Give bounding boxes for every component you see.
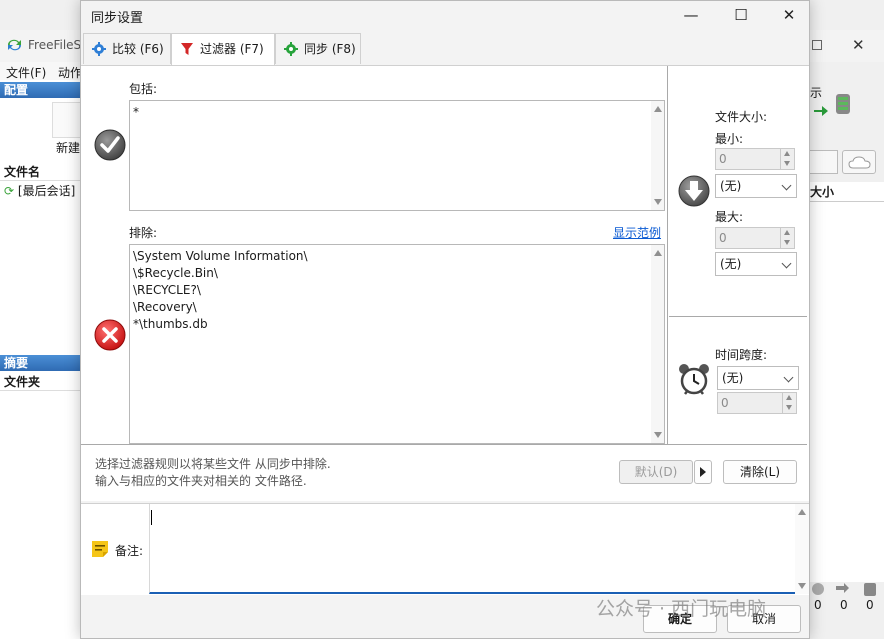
bg-new-label: 新建 bbox=[56, 141, 81, 155]
include-label: 包括: bbox=[129, 82, 158, 96]
note-icon bbox=[92, 541, 108, 557]
scroll-down-icon[interactable] bbox=[654, 199, 662, 205]
exclude-line: *\thumbs.db bbox=[133, 317, 208, 331]
tab-bar: 比较 (F6) 过滤器 (F7) 同步 (F8) bbox=[83, 33, 809, 65]
alarm-clock-icon bbox=[679, 364, 709, 395]
file-size-icon bbox=[678, 175, 710, 207]
notes-input[interactable] bbox=[149, 504, 795, 594]
spin-up-icon[interactable] bbox=[786, 395, 792, 400]
exclude-line: \RECYCLE?\ bbox=[133, 283, 201, 297]
bg-count-1: 0 bbox=[814, 598, 822, 612]
sync-settings-dialog: 同步设置 — ☐ ✕ 比较 (F6) 过滤器 (F7) 同步 (F8) 包括: … bbox=[80, 0, 810, 639]
vertical-divider bbox=[667, 66, 668, 444]
bg-folder-header: 文件夹 bbox=[0, 373, 82, 391]
exclude-x-icon bbox=[94, 319, 126, 351]
bg-close-icon[interactable]: ✕ bbox=[852, 36, 865, 54]
clear-button[interactable]: 清除(L) bbox=[723, 460, 797, 484]
notes-label: 备注: bbox=[115, 544, 144, 558]
spin-down-icon[interactable] bbox=[784, 161, 790, 166]
gear-icon bbox=[92, 42, 106, 56]
bg-right-list bbox=[808, 202, 884, 582]
text-caret bbox=[151, 510, 152, 525]
filter-hint-line-1: 选择过滤器规则以将某些文件 从同步中排除. bbox=[95, 457, 331, 471]
max-size-spin-buttons[interactable] bbox=[780, 228, 794, 248]
bg-cloud-button[interactable] bbox=[842, 150, 876, 174]
max-size-spinner[interactable]: 0 bbox=[715, 227, 795, 249]
tab-compare[interactable]: 比较 (F6) bbox=[83, 33, 171, 64]
include-textarea[interactable]: * bbox=[129, 100, 651, 211]
spin-down-icon[interactable] bbox=[784, 240, 790, 245]
content-bottom-divider bbox=[81, 444, 807, 445]
time-span-select[interactable]: (无) bbox=[717, 366, 799, 390]
bg-new-button[interactable] bbox=[52, 102, 82, 138]
exclude-scrollbar[interactable] bbox=[651, 244, 665, 444]
bg-sync-start-icon[interactable] bbox=[812, 92, 856, 118]
sync-icon: ⟳ bbox=[4, 184, 15, 198]
bg-filename-header: 文件名 bbox=[0, 163, 82, 181]
exclude-textarea[interactable]: \System Volume Information\ \$Recycle.Bin… bbox=[129, 244, 651, 444]
show-examples-link[interactable]: 显示范例 bbox=[613, 224, 661, 241]
include-scrollbar[interactable] bbox=[651, 100, 665, 211]
bg-count-2: 0 bbox=[840, 598, 848, 612]
filter-icon bbox=[181, 43, 193, 55]
freefilesync-logo-icon bbox=[7, 39, 22, 51]
watermark: 公众号 · 西门玩电脑 bbox=[596, 598, 767, 620]
bg-count-3: 0 bbox=[866, 598, 874, 612]
default-button[interactable]: 默认(D) bbox=[619, 460, 693, 484]
bg-status-icons bbox=[812, 583, 876, 596]
close-button[interactable]: ✕ bbox=[777, 5, 801, 25]
time-span-spinner[interactable]: 0 bbox=[717, 392, 797, 414]
min-size-label: 最小: bbox=[715, 132, 744, 146]
bg-right-button[interactable] bbox=[808, 150, 838, 174]
chevron-down-icon bbox=[781, 180, 792, 191]
bg-menubar: 文件(F) 动作 bbox=[0, 62, 84, 80]
scroll-up-icon[interactable] bbox=[798, 509, 806, 515]
maximize-button[interactable]: ☐ bbox=[729, 5, 753, 25]
max-size-label: 最大: bbox=[715, 210, 744, 224]
notes-scrollbar[interactable] bbox=[795, 504, 809, 594]
exclude-label: 排除: bbox=[129, 226, 158, 240]
dialog-title: 同步设置 bbox=[91, 11, 144, 26]
time-span-label: 时间跨度: bbox=[715, 348, 768, 362]
bg-summary-header: 摘要 bbox=[0, 355, 82, 371]
spin-up-icon[interactable] bbox=[784, 151, 790, 156]
filter-hint-line-2: 输入与相应的文件夹对相关的 文件路径. bbox=[95, 474, 307, 488]
horizontal-divider bbox=[669, 316, 807, 317]
chevron-down-icon bbox=[783, 372, 794, 383]
spin-up-icon[interactable] bbox=[784, 230, 790, 235]
gear-green-icon bbox=[284, 42, 298, 56]
scroll-down-icon[interactable] bbox=[798, 583, 806, 589]
filter-panel: 包括: * 排除: 显示范例 \System Volume Informatio… bbox=[81, 65, 809, 501]
bg-last-session[interactable]: ⟳ [最后会话] bbox=[4, 182, 75, 199]
scroll-down-icon[interactable] bbox=[654, 432, 662, 438]
min-size-unit-select[interactable]: (无) bbox=[715, 174, 797, 198]
time-span-spin-buttons[interactable] bbox=[782, 393, 796, 413]
scroll-up-icon[interactable] bbox=[654, 250, 662, 256]
bg-config-header: 配置 bbox=[0, 82, 82, 98]
bg-menu-actions[interactable]: 动作 bbox=[58, 64, 82, 81]
triangle-right-icon bbox=[700, 467, 706, 477]
bg-size-header: 大小 bbox=[808, 182, 884, 202]
spin-down-icon[interactable] bbox=[786, 405, 792, 410]
exclude-line: \System Volume Information\ bbox=[133, 249, 308, 263]
default-menu-button[interactable] bbox=[694, 460, 712, 484]
tab-sync[interactable]: 同步 (F8) bbox=[275, 33, 361, 64]
cloud-icon bbox=[848, 156, 871, 169]
min-size-spinner[interactable]: 0 bbox=[715, 148, 795, 170]
tab-filter[interactable]: 过滤器 (F7) bbox=[171, 33, 275, 65]
min-size-spin-buttons[interactable] bbox=[780, 149, 794, 169]
file-size-label: 文件大小: bbox=[715, 110, 768, 124]
bg-menu-file[interactable]: 文件(F) bbox=[6, 64, 46, 81]
minimize-button[interactable]: — bbox=[679, 5, 703, 25]
notes-section: 备注: bbox=[81, 503, 809, 595]
chevron-down-icon bbox=[781, 258, 792, 269]
exclude-line: \Recovery\ bbox=[133, 300, 197, 314]
exclude-line: \$Recycle.Bin\ bbox=[133, 266, 218, 280]
scroll-up-icon[interactable] bbox=[654, 106, 662, 112]
max-size-unit-select[interactable]: (无) bbox=[715, 252, 797, 276]
bg-maximize-icon[interactable] bbox=[812, 40, 822, 50]
checkmark-icon bbox=[94, 129, 126, 161]
